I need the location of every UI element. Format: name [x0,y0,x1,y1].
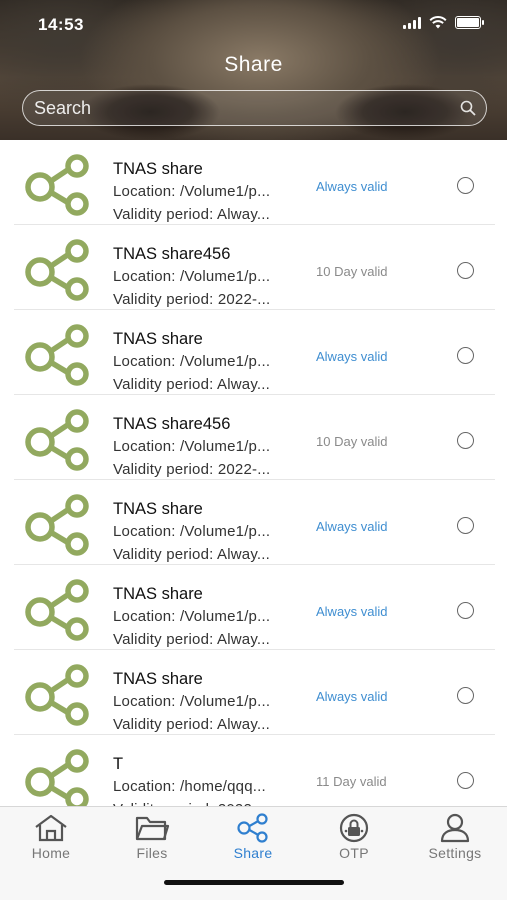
header: 14:53 Share Search [0,0,507,140]
validity-badge: Always valid [316,179,388,194]
share-location: Location: /Volume1/p... [113,438,271,455]
share-location: Location: /home/qqq... [113,778,266,795]
tab-settings-label: Settings [428,845,482,861]
share-icon [25,324,89,386]
validity-badge: Always valid [316,519,388,534]
share-list-item[interactable]: TNAS share456 Location: /Volume1/p... Va… [0,225,507,310]
home-indicator [164,880,344,885]
validity-badge: 10 Day valid [316,264,388,279]
share-title: T [113,755,124,773]
share-location: Location: /Volume1/p... [113,693,271,710]
tab-share[interactable]: Share [203,813,303,861]
validity-badge: Always valid [316,349,388,364]
share-title: TNAS share [113,160,203,178]
select-radio-button[interactable] [457,517,474,534]
share-validity: Validity period: 2022-... [113,461,271,478]
battery-icon [455,16,484,29]
share-location: Location: /Volume1/p... [113,183,271,200]
tab-otp[interactable]: OTP [304,813,404,861]
share-title: TNAS share [113,330,203,348]
tab-share-label: Share [233,845,273,861]
share-location: Location: /Volume1/p... [113,268,271,285]
share-title: TNAS share [113,585,203,603]
status-bar: 14:53 [0,0,507,50]
tab-files-label: Files [136,845,168,861]
share-title: TNAS share456 [113,245,231,263]
share-icon [25,239,89,301]
share-icon [25,494,89,556]
share-validity: Validity period: 2022-... [113,291,271,308]
tab-home-label: Home [31,845,71,861]
status-time: 14:53 [38,15,84,34]
share-location: Location: /Volume1/p... [113,608,271,625]
share-list[interactable]: TNAS share Location: /Volume1/p... Valid… [0,140,507,806]
select-radio-button[interactable] [457,347,474,364]
share-icon [25,154,89,216]
select-radio-button[interactable] [457,772,474,789]
share-icon [25,664,89,726]
select-radio-button[interactable] [457,602,474,619]
search-placeholder: Search [34,98,92,118]
share-location: Location: /Volume1/p... [113,523,271,540]
share-location: Location: /Volume1/p... [113,353,271,370]
share-icon [25,749,89,806]
validity-badge: Always valid [316,689,388,704]
wifi-icon [429,16,447,29]
share-list-item[interactable]: TNAS share Location: /Volume1/p... Valid… [0,310,507,395]
cellular-signal-icon [403,16,421,29]
select-radio-button[interactable] [457,262,474,279]
tab-home[interactable]: Home [1,813,101,861]
tab-bar: Home Files Share OTP Settings [0,806,507,900]
share-validity: Validity period: Alway... [113,376,271,393]
home-icon [35,814,67,842]
tab-files[interactable]: Files [102,813,202,861]
validity-badge: 11 Day valid [316,774,387,789]
search-input[interactable]: Search [22,90,487,126]
search-icon [460,100,476,116]
person-icon [440,813,470,843]
status-icons [403,16,484,29]
share-validity: Validity period: Alway... [113,631,271,648]
otp-lock-icon [339,813,369,843]
folder-icon [135,816,170,841]
share-list-item[interactable]: TNAS share Location: /Volume1/p... Valid… [0,565,507,650]
share-title: TNAS share [113,670,203,688]
share-title: TNAS share456 [113,415,231,433]
tab-settings[interactable]: Settings [405,813,505,861]
validity-badge: Always valid [316,604,388,619]
share-icon [237,813,268,843]
share-list-item[interactable]: TNAS share Location: /Volume1/p... Valid… [0,650,507,735]
select-radio-button[interactable] [457,687,474,704]
share-validity: Validity period: Alway... [113,546,271,563]
page-title: Share [224,53,283,76]
share-list-item[interactable]: TNAS share456 Location: /Volume1/p... Va… [0,395,507,480]
share-icon [25,579,89,641]
share-title: TNAS share [113,500,203,518]
share-list-item[interactable]: T Location: /home/qqq... Validity period… [0,735,507,806]
share-validity: Validity period: Alway... [113,716,271,733]
share-list-item[interactable]: TNAS share Location: /Volume1/p... Valid… [0,140,507,225]
share-list-item[interactable]: TNAS share Location: /Volume1/p... Valid… [0,480,507,565]
validity-badge: 10 Day valid [316,434,388,449]
share-validity: Validity period: Alway... [113,206,271,223]
select-radio-button[interactable] [457,432,474,449]
share-icon [25,409,89,471]
select-radio-button[interactable] [457,177,474,194]
tab-otp-label: OTP [339,845,369,861]
